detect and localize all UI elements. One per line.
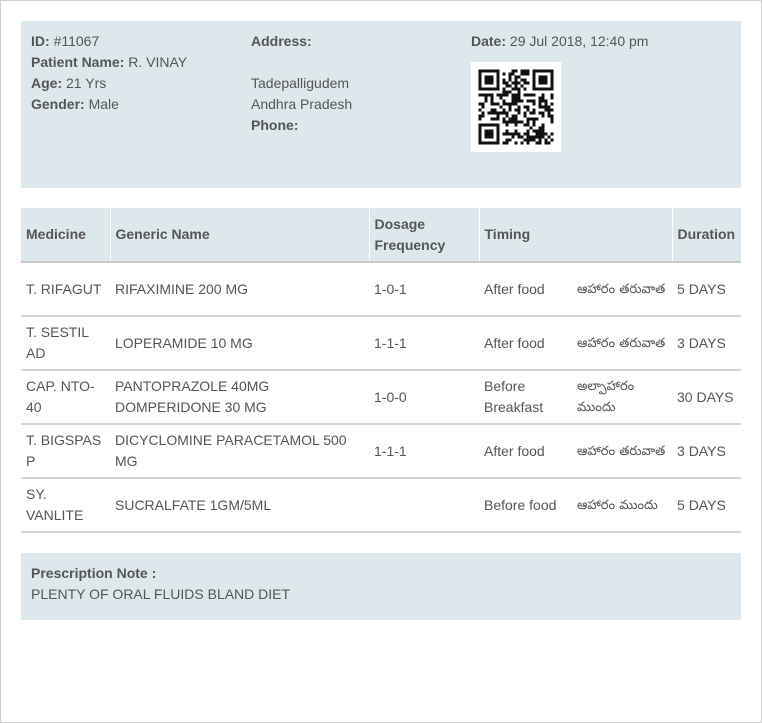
timing-local-cell: ఆహారం తరువాత — [572, 316, 673, 371]
dosage-cell: 1-0-0 — [369, 370, 479, 425]
duration-cell: 5 DAYS — [672, 262, 742, 317]
generic-name-cell: PANTOPRAZOLE 40MG DOMPERIDONE 30 MG — [110, 370, 369, 425]
dosage-cell — [369, 478, 479, 533]
name-value: R. VINAY — [128, 54, 188, 70]
age-value: 21 Yrs — [66, 75, 107, 91]
address-info: Address: Tadepalligudem Andhra Pradesh P… — [251, 31, 352, 136]
dosage-cell: 1-0-1 — [369, 262, 479, 317]
medicine-cell: T. RIFAGUT — [21, 262, 110, 317]
note-label: Prescription Note : — [31, 565, 157, 581]
medicine-cell: SY. VANLITE — [21, 478, 110, 533]
address-line1: Tadepalligudem — [251, 75, 350, 91]
id-label: ID: — [31, 33, 50, 49]
timing-cell: Before Breakfast — [479, 370, 572, 425]
timing-local-cell: ఆహారం ముందు — [572, 478, 673, 533]
medicine-cell: CAP. NTO-40 — [21, 370, 110, 425]
duration-cell: 5 DAYS — [672, 478, 742, 533]
header-dosage-frequency: Dosage Frequency — [369, 208, 480, 263]
duration-cell: 3 DAYS — [672, 424, 742, 479]
age-label: Age: — [31, 75, 63, 91]
table-row: T. RIFAGUT RIFAXIMINE 200 MG 1-0-1 After fo… — [21, 262, 742, 317]
generic-name-cell: RIFAXIMINE 200 MG — [110, 262, 369, 317]
timing-cell: After food — [479, 424, 572, 479]
address-line2: Andhra Pradesh — [251, 96, 353, 112]
table-row: T. SESTIL AD LOPERAMIDE 10 MG 1-1-1 After f… — [21, 316, 742, 371]
header-duration: Duration — [672, 208, 742, 263]
patient-header: ID: #11067 Patient Name: R. VINAY Age: 2… — [21, 21, 741, 188]
date-value: 29 Jul 2018, 12:40 pm — [509, 33, 649, 49]
dosage-cell: 1-1-1 — [369, 424, 479, 479]
table-header-row: Medicine Generic Name Dosage Frequency T… — [21, 208, 742, 263]
medicine-cell: T. SESTIL AD — [21, 316, 110, 371]
note-text: PLENTY OF ORAL FLUIDS BLAND DIET — [31, 586, 291, 602]
table-row: T. BIGSPAS P DICYCLOMINE PARACETAMOL 500 … — [21, 424, 742, 479]
timing-cell: After food — [479, 316, 572, 371]
qr-code-icon — [471, 62, 561, 152]
patient-info: ID: #11067 Patient Name: R. VINAY Age: 2… — [31, 31, 187, 115]
generic-name-cell: LOPERAMIDE 10 MG — [110, 316, 369, 371]
timing-local-cell: ఆహారం తరువాత — [572, 262, 673, 317]
dosage-cell: 1-1-1 — [369, 316, 479, 371]
date-label: Date: — [471, 33, 507, 49]
duration-cell: 3 DAYS — [672, 316, 742, 371]
header-generic-name: Generic Name — [110, 208, 370, 263]
address-label: Address: — [251, 33, 312, 49]
gender-label: Gender: — [31, 96, 85, 112]
generic-name-cell: DICYCLOMINE PARACETAMOL 500 MG — [110, 424, 369, 479]
medicine-cell: T. BIGSPAS P — [21, 424, 110, 479]
prescription-note: Prescription Note : PLENTY OF ORAL FLUID… — [21, 553, 741, 620]
prescription-table: Medicine Generic Name Dosage Frequency T… — [21, 208, 742, 533]
header-timing: Timing — [479, 208, 673, 263]
timing-cell: After food — [479, 262, 572, 317]
timing-cell: Before food — [479, 478, 572, 533]
table-row: SY. VANLITE SUCRALFATE 1GM/5ML Before food… — [21, 478, 742, 533]
gender-value: Male — [88, 96, 119, 112]
timing-local-cell: అల్పాహారం ముందు — [572, 370, 673, 425]
id-value: #11067 — [53, 33, 100, 49]
header-medicine: Medicine — [21, 208, 111, 263]
table-row: CAP. NTO-40 PANTOPRAZOLE 40MG DOMPERIDONE… — [21, 370, 742, 425]
visit-info: Date: 29 Jul 2018, 12:40 pm — [471, 31, 648, 52]
generic-name-cell: SUCRALFATE 1GM/5ML — [110, 478, 369, 533]
timing-local-cell: ఆహారం తరువాత — [572, 424, 673, 479]
name-label: Patient Name: — [31, 54, 125, 70]
phone-label: Phone: — [251, 117, 299, 133]
duration-cell: 30 DAYS — [672, 370, 742, 425]
